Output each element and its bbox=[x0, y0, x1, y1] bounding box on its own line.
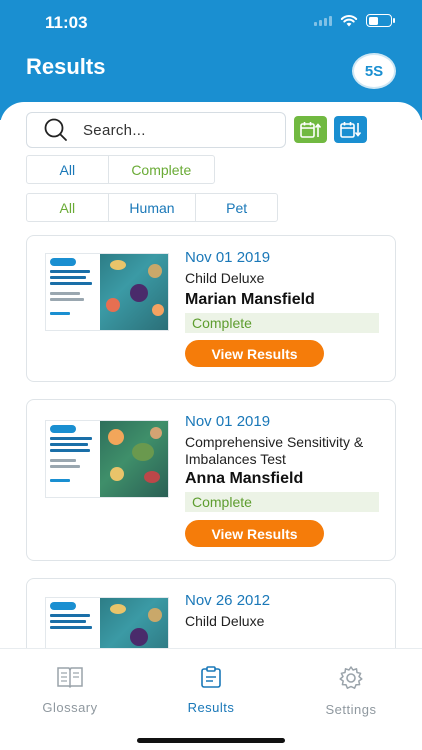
result-person-name: Anna Mansfield bbox=[185, 470, 304, 487]
test-kit-image bbox=[45, 253, 169, 331]
brand-logo-text: 5S bbox=[364, 62, 384, 80]
view-results-button[interactable]: View Results bbox=[185, 520, 324, 547]
result-card[interactable]: Nov 01 2019 Comprehensive Sensitivity & … bbox=[26, 399, 396, 561]
status-bar: 11:03 bbox=[0, 0, 422, 44]
tab-settings[interactable]: Settings bbox=[301, 665, 401, 717]
status-icons bbox=[314, 14, 395, 27]
filter-type-pet[interactable]: Pet bbox=[196, 194, 277, 221]
result-person-name: Marian Mansfield bbox=[185, 291, 315, 308]
tab-glossary-label: Glossary bbox=[42, 700, 98, 715]
status-time: 11:03 bbox=[45, 13, 88, 32]
search-icon bbox=[44, 118, 67, 141]
sort-ascending-button[interactable] bbox=[294, 116, 327, 143]
search-placeholder: Search... bbox=[83, 121, 146, 139]
filter-status-complete[interactable]: Complete bbox=[109, 156, 214, 183]
brand-logo: 5S bbox=[352, 53, 396, 89]
battery-icon bbox=[366, 14, 395, 27]
status-filter: All Complete bbox=[26, 155, 215, 184]
type-filter: All Human Pet bbox=[26, 193, 278, 222]
tab-glossary[interactable]: Glossary bbox=[20, 665, 120, 715]
filter-type-all[interactable]: All bbox=[27, 194, 109, 221]
results-content: Search... All Complete All Human Pet Nov… bbox=[0, 102, 422, 648]
result-date: Nov 26 2012 bbox=[185, 592, 271, 609]
search-input[interactable]: Search... bbox=[26, 112, 286, 148]
status-badge: Complete bbox=[185, 492, 379, 512]
calendar-sort-down-icon bbox=[339, 121, 361, 138]
result-test-name: Comprehensive Sensitivity & Imbalances T… bbox=[185, 434, 364, 467]
filter-type-human[interactable]: Human bbox=[109, 194, 197, 221]
wifi-icon bbox=[340, 15, 358, 27]
sort-descending-button[interactable] bbox=[334, 116, 367, 143]
result-date: Nov 01 2019 bbox=[185, 413, 271, 430]
view-results-button[interactable]: View Results bbox=[185, 340, 324, 367]
result-test-name: Child Deluxe bbox=[185, 270, 265, 286]
clipboard-icon bbox=[201, 666, 221, 688]
result-card[interactable]: Nov 01 2019 Child Deluxe Marian Mansfiel… bbox=[26, 235, 396, 382]
gear-icon bbox=[339, 666, 363, 689]
test-kit-image bbox=[45, 597, 169, 648]
page-title: Results bbox=[26, 54, 106, 79]
status-badge: Complete bbox=[185, 313, 379, 333]
tab-results[interactable]: Results bbox=[161, 665, 261, 715]
signal-icon bbox=[314, 15, 332, 26]
result-date: Nov 01 2019 bbox=[185, 249, 271, 266]
test-kit-image bbox=[45, 420, 169, 498]
filter-status-all[interactable]: All bbox=[27, 156, 109, 183]
book-icon bbox=[57, 667, 83, 689]
tab-results-label: Results bbox=[187, 700, 235, 715]
calendar-sort-up-icon bbox=[299, 121, 321, 138]
result-test-name: Child Deluxe bbox=[185, 613, 265, 629]
result-card[interactable]: Nov 26 2012 Child Deluxe bbox=[26, 578, 396, 648]
tab-settings-label: Settings bbox=[325, 702, 377, 717]
tab-bar: Glossary Results Settings bbox=[0, 648, 422, 750]
home-indicator bbox=[137, 738, 285, 743]
